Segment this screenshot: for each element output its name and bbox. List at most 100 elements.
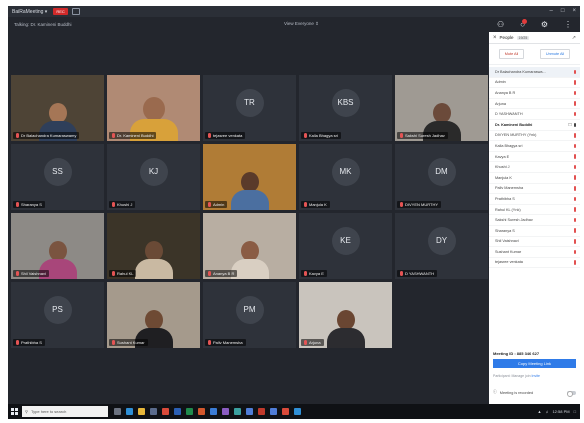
list-item[interactable]: Shil Vaishnavi <box>489 237 580 248</box>
mic-on-icon[interactable] <box>573 122 576 128</box>
word-icon[interactable] <box>174 408 181 415</box>
mic-off-icon[interactable] <box>573 133 576 138</box>
video-tile[interactable]: KBS Kalla Bhagya sri <box>299 75 392 141</box>
mute-all-button[interactable]: Mute All <box>498 49 525 59</box>
mic-off-icon[interactable] <box>573 196 576 202</box>
popout-icon[interactable]: ↗ <box>572 35 576 41</box>
wifi-icon[interactable]: ▲ <box>537 409 541 414</box>
view-select[interactable]: View Everyone ⇕ <box>284 21 319 27</box>
mic-off-icon[interactable] <box>573 175 576 180</box>
notifications-icon[interactable]: □ <box>574 409 576 414</box>
list-item[interactable]: DIVYEN MURTHY (Ynk) <box>489 131 580 142</box>
app-icon[interactable] <box>234 408 241 415</box>
windows-start-icon[interactable] <box>11 408 18 415</box>
mic-off-icon[interactable] <box>573 186 576 191</box>
mic-off-icon[interactable] <box>573 260 576 265</box>
list-item[interactable]: D YASHWANTH <box>489 109 580 120</box>
more-icon[interactable]: ⋮ <box>564 20 572 29</box>
settings-icon[interactable]: ⚙ <box>541 20 548 29</box>
mic-off-icon[interactable] <box>573 80 576 85</box>
recording-toggle[interactable] <box>567 390 576 397</box>
list-item[interactable]: Pallv Manemsha <box>489 184 580 195</box>
mic-off-icon[interactable] <box>573 207 576 212</box>
unmute-all-button[interactable]: Unmute All <box>539 49 571 59</box>
maximize-icon[interactable]: □ <box>561 8 565 14</box>
list-item[interactable]: Prathibha S <box>489 194 580 205</box>
list-item[interactable]: Sharanya S <box>489 226 580 237</box>
list-item[interactable]: Manjula K <box>489 173 580 184</box>
mic-off-icon[interactable] <box>573 69 576 75</box>
chat-bubble-icon[interactable]: □ <box>568 122 571 128</box>
app-icon[interactable] <box>270 408 277 415</box>
list-item[interactable]: Kavya E <box>489 152 580 163</box>
app-icon[interactable] <box>246 408 253 415</box>
layout-icon[interactable] <box>71 8 80 15</box>
copy-meeting-link-button[interactable]: Copy Meeting Link <box>493 359 576 368</box>
mic-off-icon[interactable] <box>573 111 576 117</box>
mic-off-icon[interactable] <box>573 90 576 96</box>
excel-icon[interactable] <box>186 408 193 415</box>
list-item[interactable]: Sushant Kumar <box>489 247 580 258</box>
list-item[interactable]: tejasree venkata <box>489 258 580 269</box>
clock[interactable]: 12:58 PM <box>552 409 569 414</box>
video-tile[interactable]: MK Manjula K <box>299 144 392 210</box>
mic-off-icon[interactable] <box>573 164 576 170</box>
video-tile[interactable]: TR tejasree venkata <box>203 75 296 141</box>
file-explorer-icon[interactable] <box>138 408 145 415</box>
mic-off-icon[interactable] <box>573 154 576 159</box>
video-tile[interactable]: Rahul KL <box>107 213 200 279</box>
chat-icon[interactable]: ○ <box>520 19 527 29</box>
mic-off-icon <box>16 271 19 276</box>
list-item[interactable]: Arjuna <box>489 99 580 110</box>
mic-off-icon[interactable] <box>573 143 576 149</box>
app-icon[interactable] <box>222 408 229 415</box>
edge-icon[interactable] <box>126 408 133 415</box>
chrome-icon[interactable] <box>162 408 169 415</box>
video-tile[interactable]: DY D YASHWANTH <box>395 213 488 279</box>
list-item[interactable]: Admin <box>489 78 580 89</box>
video-tile[interactable]: Arjuna <box>299 282 392 348</box>
mic-off-icon[interactable] <box>573 217 576 223</box>
video-tile[interactable]: Ananya B R <box>203 213 296 279</box>
video-tile[interactable]: SS Sharanya S <box>11 144 104 210</box>
video-tile[interactable]: Dr. Kamineni Buddhi <box>107 75 200 141</box>
list-item[interactable]: Dr Balachandra Kumaraswa... <box>489 67 580 78</box>
video-tile[interactable]: PS Prathibha S <box>11 282 104 348</box>
list-item[interactable]: Sakshi Suresh Jadhav <box>489 215 580 226</box>
powerpoint-icon[interactable] <box>198 408 205 415</box>
app-icon[interactable] <box>210 408 217 415</box>
video-tile[interactable]: Admin <box>203 144 296 210</box>
volume-icon[interactable]: ♫ <box>545 409 548 414</box>
record-badge[interactable]: REC <box>53 8 68 15</box>
video-tile[interactable]: KJ Khushi J <box>107 144 200 210</box>
people-icon[interactable]: ⚇ <box>497 20 504 29</box>
list-item[interactable]: Kalla Bhagya sri <box>489 141 580 152</box>
app-name-menu[interactable]: BaiRaMeeting ▾ <box>12 9 47 15</box>
tile-label: Dr. Kamineni Buddhi <box>109 132 157 139</box>
task-view-icon[interactable] <box>114 408 121 415</box>
video-tile[interactable]: KE Kavya E <box>299 213 392 279</box>
video-tile[interactable]: Sushant Kumar <box>107 282 200 348</box>
invite-link[interactable]: Invite <box>532 374 540 378</box>
list-item[interactable]: Khushi J <box>489 162 580 173</box>
close-icon[interactable]: × <box>572 8 576 14</box>
list-item[interactable]: Dr. Kamineni Buddhi □ <box>489 120 580 131</box>
app-icon[interactable] <box>258 408 265 415</box>
close-panel-icon[interactable]: × <box>493 35 497 41</box>
list-item[interactable]: Rahul KL (Ynk) <box>489 205 580 216</box>
video-tile[interactable]: Shil Vaishnavi <box>11 213 104 279</box>
video-tile[interactable]: Sakshi Suresh Jadhav <box>395 75 488 141</box>
mic-off-icon[interactable] <box>573 239 576 244</box>
taskbar-search[interactable]: ⚲ Type here to search <box>22 406 108 417</box>
video-tile[interactable]: DM DIVYEN MURTHY <box>395 144 488 210</box>
app-icon[interactable] <box>294 408 301 415</box>
store-icon[interactable] <box>150 408 157 415</box>
app-icon[interactable] <box>282 408 289 415</box>
list-item[interactable]: Ananya B R <box>489 88 580 99</box>
video-tile[interactable]: PM Pallv Manemsha <box>203 282 296 348</box>
mic-off-icon[interactable] <box>573 249 576 255</box>
mic-off-icon[interactable] <box>573 101 576 106</box>
mic-off-icon[interactable] <box>573 228 576 233</box>
video-tile[interactable]: Dr Balachandra Kumaraswamy <box>11 75 104 141</box>
minimize-icon[interactable]: – <box>550 8 553 14</box>
